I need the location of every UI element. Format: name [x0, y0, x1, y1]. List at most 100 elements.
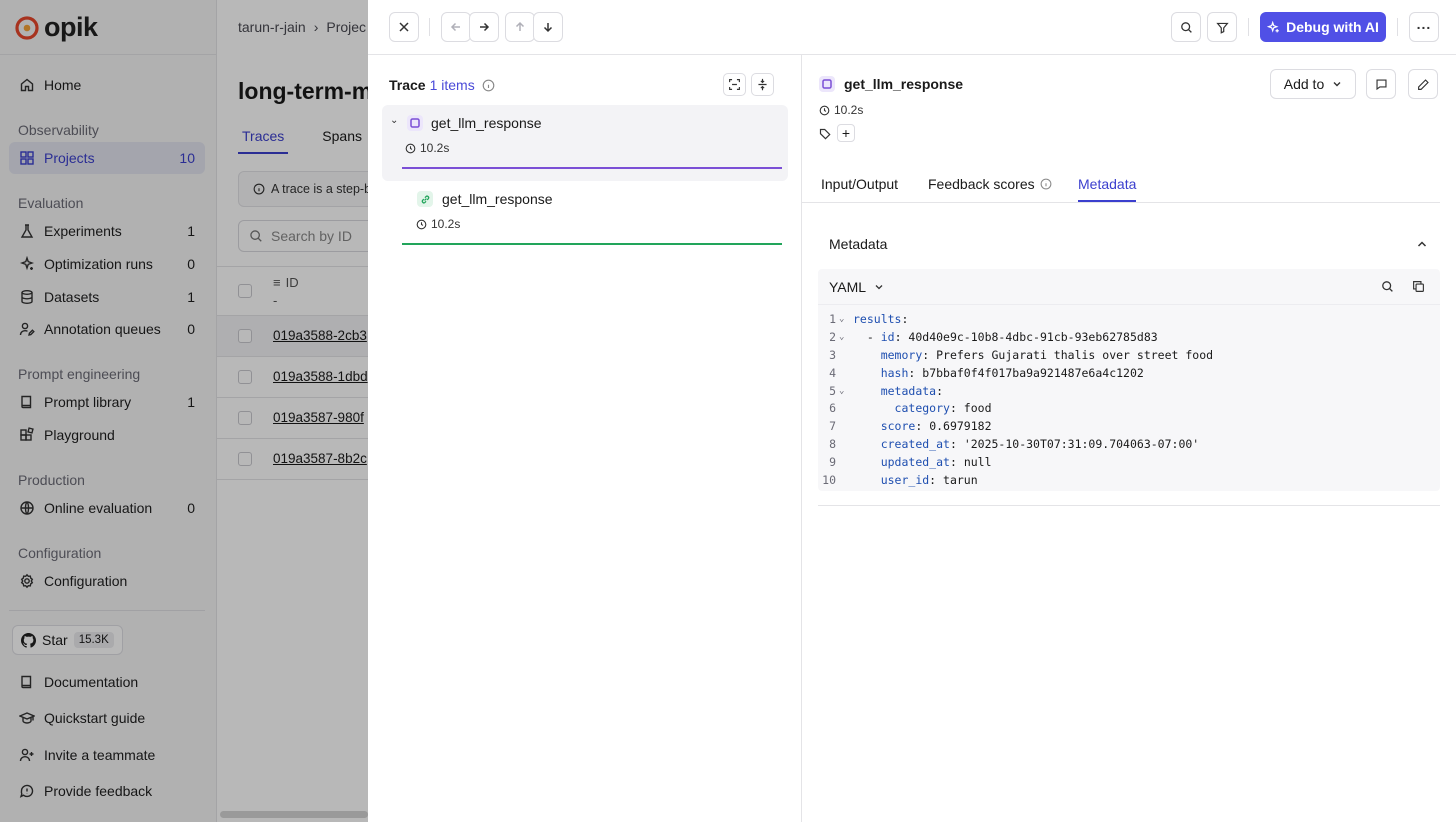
tab-feedback-scores[interactable]: Feedback scores [928, 176, 1052, 192]
modal-backdrop[interactable] [0, 0, 368, 822]
code-viewer: YAML 1 ⌄ results: 2 ⌄ - id: 40d40e9c-10b8-4d… [818, 269, 1440, 491]
panel-toolbar: Debug with AI ... [368, 0, 1456, 55]
add-to-label: Add to [1283, 76, 1325, 92]
edit-button[interactable] [1408, 69, 1438, 99]
yaml-value: null [963, 455, 992, 470]
scan-icon [729, 79, 740, 90]
code-line: 9 updated_at: null [818, 454, 1440, 472]
tab-metadata[interactable]: Metadata [1078, 176, 1137, 202]
yaml-value: b7bbaf0f4f017ba9a921487e6a4c1202 [922, 365, 1144, 380]
line-number: 7 [829, 419, 836, 434]
yaml-key: score [880, 419, 916, 434]
trace-item-count: 1 items [429, 77, 475, 93]
chevron-down-icon[interactable]: ⌄ [390, 115, 398, 126]
code-line: 5 ⌄ metadata: [818, 383, 1440, 401]
search-icon[interactable] [1381, 280, 1394, 293]
arrow-left-icon [450, 22, 460, 32]
clock-icon [416, 219, 427, 229]
yaml-value: 40d40e9c-10b8-4dbc-91cb-93eb62785d83 [908, 329, 1158, 344]
fold-toggle-icon[interactable]: ⌄ [839, 311, 844, 329]
horizontal-scrollbar[interactable] [220, 811, 368, 818]
duration-value: 10.2s [834, 103, 864, 117]
chevron-down-icon [1333, 82, 1341, 87]
close-button[interactable] [389, 12, 419, 42]
code-text: user_id: tarun [880, 473, 978, 488]
search-icon [1180, 21, 1192, 33]
span-type-badge [417, 191, 433, 207]
previous-button[interactable] [441, 12, 471, 42]
fold-toggle-icon[interactable]: ⌄ [839, 329, 844, 347]
copy-icon[interactable] [1412, 280, 1425, 293]
code-line: 3 memory: Prefers Gujarati thalis over s… [818, 347, 1440, 365]
code-line: 6 category: food [818, 400, 1440, 418]
span-timeline-bar [402, 167, 782, 169]
yaml-key: results [853, 312, 902, 326]
section-divider [818, 505, 1440, 506]
search-button[interactable] [1171, 12, 1201, 42]
tab-input-output[interactable]: Input/Output [821, 176, 898, 192]
debug-label: Debug with AI [1286, 19, 1379, 35]
yaml-key: user_id [880, 473, 930, 488]
trace-icon [410, 118, 420, 128]
yaml-key: memory [880, 347, 923, 362]
yaml-key: hash [880, 365, 909, 380]
tab-label: Feedback scores [928, 176, 1035, 192]
code-text: hash: b7bbaf0f4f017ba9a921487e6a4c1202 [880, 365, 1144, 380]
fold-toggle-icon[interactable]: ⌄ [839, 383, 844, 401]
debug-with-ai-button[interactable]: Debug with AI [1260, 12, 1386, 42]
pencil-icon [1417, 78, 1429, 90]
span-name[interactable]: get_llm_response [442, 191, 553, 207]
trace-panel: Debug with AI ... Trace 1 items ⌄ get_ll… [368, 0, 1456, 822]
code-text: metadata: [880, 383, 944, 398]
compress-icon [758, 78, 767, 91]
more-icon: ... [1416, 16, 1432, 32]
collapse-button[interactable] [751, 73, 774, 96]
toolbar-divider [1248, 18, 1249, 36]
tag-icon [819, 128, 831, 140]
code-toolbar: YAML [818, 269, 1440, 305]
code-text: created_at: '2025-10-30T07:31:09.704063-… [880, 437, 1200, 452]
sparkle-icon [1267, 20, 1279, 33]
comment-button[interactable] [1366, 69, 1396, 99]
filter-button[interactable] [1207, 12, 1237, 42]
comment-icon [1375, 78, 1387, 90]
chevron-down-icon[interactable] [874, 282, 884, 292]
code-text: updated_at: null [880, 455, 992, 470]
line-number: 1 [829, 312, 836, 326]
arrow-right-icon [480, 22, 490, 32]
yaml-key: category [894, 401, 950, 416]
metadata-section-title[interactable]: Metadata [829, 236, 887, 252]
expand-all-button[interactable] [723, 73, 746, 96]
line-number: 4 [829, 365, 836, 380]
detail-duration: 10.2s [819, 103, 863, 117]
arrow-up-icon [515, 21, 525, 31]
yaml-key: updated_at [880, 455, 950, 470]
line-number: 10 [822, 473, 836, 488]
previous-span-button[interactable] [505, 12, 535, 42]
line-number: 5 [829, 383, 836, 398]
next-button[interactable] [469, 12, 499, 42]
next-span-button[interactable] [533, 12, 563, 42]
format-select[interactable]: YAML [829, 279, 866, 295]
code-text: results: [853, 312, 909, 326]
more-options-button[interactable]: ... [1409, 12, 1439, 42]
add-to-button[interactable]: Add to [1270, 69, 1356, 99]
trace-icon [822, 79, 832, 89]
span-timeline-bar [402, 243, 782, 245]
chevron-up-icon[interactable] [1416, 238, 1428, 250]
span-name[interactable]: get_llm_response [431, 115, 542, 131]
code-text: - id: 40d40e9c-10b8-4dbc-91cb-93eb62785d… [853, 329, 1158, 344]
add-tag-button[interactable]: + [837, 124, 855, 142]
code-text: category: food [894, 401, 992, 416]
filter-icon [1215, 22, 1229, 34]
code-lines[interactable]: 1 ⌄ results: 2 ⌄ - id: 40d40e9c-10b8-4dbc-91… [818, 311, 1440, 490]
code-line: 10 user_id: tarun [818, 472, 1440, 490]
code-line: 2 ⌄ - id: 40d40e9c-10b8-4dbc-91cb-93eb627… [818, 329, 1440, 347]
trace-title: Trace 1 items [389, 77, 495, 93]
line-number: 9 [829, 455, 836, 470]
trace-label: Trace [389, 77, 426, 93]
duration-value: 10.2s [420, 141, 450, 155]
yaml-key: metadata [880, 383, 937, 398]
detail-tabs: Input/Output Feedback scores Metadata [802, 165, 1440, 203]
info-icon [1040, 178, 1052, 190]
